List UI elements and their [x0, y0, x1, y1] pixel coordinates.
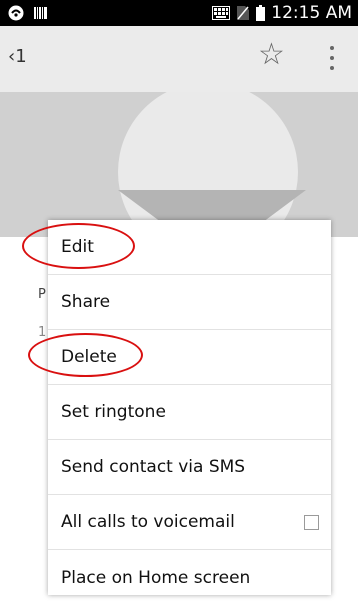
overflow-menu-icon[interactable]	[330, 46, 336, 76]
back-label: 1	[15, 46, 27, 67]
menu-item-send-contact-sms[interactable]: Send contact via SMS	[48, 440, 331, 495]
contact-photo	[0, 92, 358, 237]
menu-item-place-home-screen[interactable]: Place on Home screen	[48, 550, 331, 605]
menu-item-set-ringtone[interactable]: Set ringtone	[48, 385, 331, 440]
status-bar: 12:15 AM	[0, 0, 358, 26]
app-notification-icon	[8, 5, 24, 21]
back-button[interactable]: ‹1	[8, 46, 27, 67]
menu-item-share[interactable]: Share	[48, 275, 331, 330]
menu-item-all-calls-voicemail[interactable]: All calls to voicemail	[48, 495, 331, 550]
section-header-letter: P	[38, 287, 46, 302]
action-bar: ‹1 ☆	[0, 26, 358, 92]
menu-item-label: Place on Home screen	[61, 567, 251, 588]
voicemail-checkbox[interactable]	[304, 514, 319, 530]
menu-item-label: Share	[61, 292, 111, 312]
phone-number-partial: 1	[38, 325, 47, 340]
keyboard-icon	[212, 6, 231, 20]
popup-menu: Edit Share Delete Set ringtone Send cont…	[48, 220, 331, 595]
menu-item-label: Send contact via SMS	[61, 457, 246, 477]
menu-item-label: Set ringtone	[61, 402, 166, 422]
menu-item-label: Delete	[61, 347, 117, 367]
barcode-icon	[34, 7, 47, 19]
menu-item-label: All calls to voicemail	[61, 512, 235, 532]
no-sim-icon	[237, 6, 250, 20]
menu-item-delete[interactable]: Delete	[48, 330, 331, 385]
menu-item-label: Edit	[61, 237, 94, 257]
menu-item-edit[interactable]: Edit	[48, 220, 331, 275]
battery-icon	[256, 5, 266, 21]
status-time: 12:15 AM	[271, 3, 352, 23]
favorite-star-icon[interactable]: ☆	[258, 40, 285, 70]
